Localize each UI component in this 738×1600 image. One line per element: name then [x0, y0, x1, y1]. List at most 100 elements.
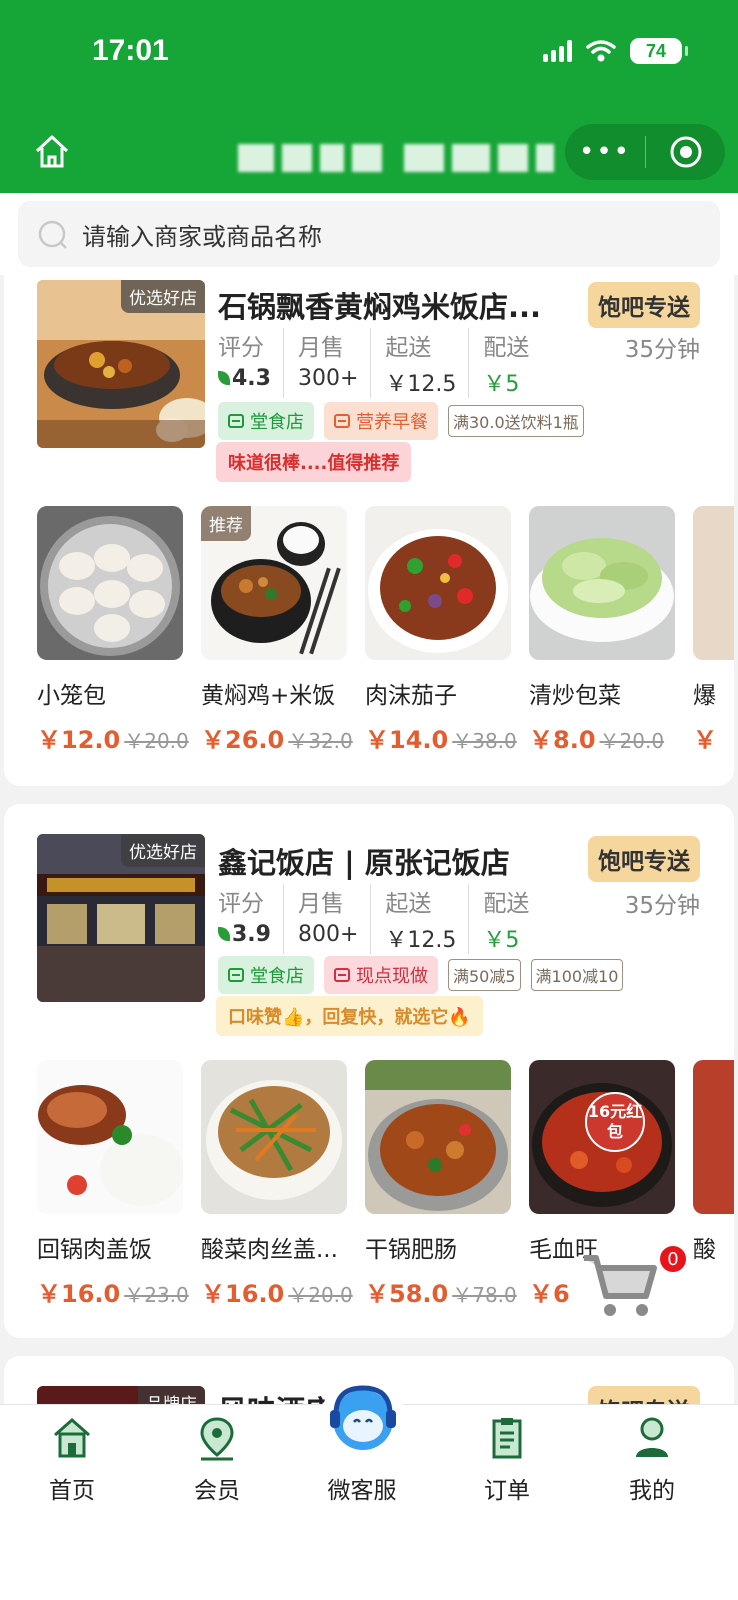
store-image[interactable]: 优选好店 — [37, 280, 205, 448]
dish-image[interactable] — [37, 1060, 183, 1214]
dish-item[interactable]: 肉沫茄子 ￥14.0 ￥38.0 — [365, 506, 517, 755]
location-pin-icon — [200, 1417, 234, 1461]
dish-price-current: ￥6 — [529, 1280, 570, 1308]
dish-image[interactable] — [693, 1060, 734, 1214]
nav-label: 会员 — [194, 1478, 240, 1504]
tag-label: 堂食店 — [250, 412, 304, 433]
store-name[interactable]: 石锅飘香黄焖鸡米饭店... — [218, 284, 541, 326]
customer-service-bubble[interactable] — [322, 1374, 404, 1456]
leaf-icon — [218, 371, 230, 385]
promo-badge: 满30.0送饮料1瓶 — [448, 405, 584, 437]
stat-value: ￥12.5 — [385, 372, 457, 397]
dish-item[interactable]: 酸 — [693, 1060, 734, 1309]
page-title-blurred — [238, 144, 554, 172]
stat-value: ￥12.5 — [385, 928, 457, 953]
dish-price-current: ￥58.0 — [365, 1280, 449, 1308]
dish-price: ￥8.0 ￥20.0 — [529, 720, 675, 755]
dish-price-current: ￥8.0 — [529, 726, 596, 754]
stat-monthly-sales: 月售 800+ — [297, 884, 372, 954]
recommend-tag: 推荐 — [201, 506, 251, 541]
dish-name: 干锅肥肠 — [365, 1237, 457, 1263]
stat-min-order: 起送 ￥12.5 — [385, 884, 470, 954]
dish-item[interactable]: 小笼包 ￥12.0 ￥20.0 — [37, 506, 189, 755]
dish-image[interactable] — [693, 506, 734, 660]
more-icon[interactable]: ••• — [565, 124, 645, 180]
nav-label: 订单 — [484, 1478, 530, 1504]
dish-image[interactable] — [201, 1060, 347, 1214]
dish-price-current: ￥ — [693, 726, 717, 754]
store-card[interactable]: 优选好店 石锅飘香黄焖鸡米饭店... 饱吧专送 评分 4.3 月售 300+ 起… — [4, 272, 734, 786]
dish-name: 回锅肉盖饭 — [37, 1237, 152, 1263]
cart-count-badge: 0 — [658, 1244, 688, 1274]
store-stats: 评分 3.9 月售 800+ 起送 ￥12.5 配送 ￥5 — [218, 884, 555, 954]
dish-image[interactable] — [529, 506, 675, 660]
delivery-time: 35分钟 — [624, 893, 700, 919]
store-slogan: 味道很棒....值得推荐 — [216, 442, 412, 482]
close-target-icon[interactable] — [646, 135, 725, 169]
tag-label: 营养早餐 — [356, 412, 428, 433]
dish-name: 酸菜肉丝盖... — [201, 1237, 338, 1263]
stat-delivery-fee: 配送 ￥5 — [483, 884, 541, 954]
search-icon — [38, 220, 67, 249]
tag-label: 堂食店 — [250, 966, 304, 987]
stat-value: 3.9 — [232, 922, 271, 947]
dish-name: 酸 — [693, 1237, 716, 1263]
dish-price-original: ￥78.0 — [452, 1283, 517, 1307]
tag-breakfast: 营养早餐 — [324, 402, 438, 440]
dish-image[interactable] — [365, 1060, 511, 1214]
dish-item[interactable]: 清炒包菜 ￥8.0 ￥20.0 — [529, 506, 675, 755]
dish-image[interactable]: 推荐 — [201, 506, 347, 660]
delivery-badge: 饱吧专送 — [588, 282, 700, 328]
dish-item[interactable]: 推荐 黄焖鸡+米饭 ￥26.0 ￥32.0 — [201, 506, 353, 755]
headset-mascot-icon — [330, 1385, 396, 1450]
nav-label: 首页 — [49, 1478, 95, 1504]
search-input[interactable]: 请输入商家或商品名称 — [18, 201, 720, 267]
clipboard-icon — [492, 1418, 522, 1459]
dish-name: 黄焖鸡+米饭 — [201, 683, 336, 709]
top-header: 17:01 74 ••• — [0, 0, 738, 193]
store-name[interactable]: 鑫记饭店 | 原张记饭店 — [218, 840, 510, 882]
dish-item[interactable]: 干锅肥肠 ￥58.0 ￥78.0 — [365, 1060, 517, 1309]
dish-price-original: ￥38.0 — [452, 729, 517, 753]
dish-price-current: ￥16.0 — [201, 1280, 285, 1308]
user-icon — [636, 1417, 668, 1457]
home-icon — [54, 1417, 90, 1458]
dish-image[interactable]: 16元红包 — [529, 1060, 675, 1214]
stat-value: ￥5 — [483, 928, 520, 953]
battery-indicator: 74 — [630, 38, 688, 64]
status-icons: 74 — [543, 38, 688, 64]
dish-price: ￥12.0 ￥20.0 — [37, 720, 189, 755]
dish-price: ￥26.0 ￥32.0 — [201, 720, 353, 755]
dish-image[interactable] — [37, 506, 183, 660]
tag-dine-in: 堂食店 — [218, 402, 314, 440]
status-time: 17:01 — [92, 34, 169, 67]
stat-label: 评分 — [218, 335, 264, 361]
stat-monthly-sales: 月售 300+ — [298, 328, 372, 398]
dish-item[interactable]: 爆 ￥ — [693, 506, 734, 755]
dish-name: 爆 — [693, 683, 716, 709]
home-icon[interactable] — [32, 132, 72, 172]
store-tag: 优选好店 — [121, 834, 205, 867]
stat-delivery-fee: 配送 ￥5 — [483, 328, 541, 398]
dish-price-original: ￥23.0 — [124, 1283, 189, 1307]
stat-value: 4.3 — [232, 366, 271, 391]
dish-price-current: ￥14.0 — [365, 726, 449, 754]
dish-price: ￥16.0 ￥23.0 — [37, 1274, 189, 1309]
store-tags: 堂食店 现点现做 满50减5 满100减10 — [218, 956, 624, 994]
promo-badge: 满100减10 — [530, 959, 624, 991]
dish-price-original: ￥32.0 — [288, 729, 353, 753]
stat-rating: 评分 4.3 — [218, 328, 284, 398]
dish-item[interactable]: 酸菜肉丝盖... ￥16.0 ￥20.0 — [201, 1060, 353, 1309]
dish-price: ￥ — [693, 720, 734, 755]
store-tags: 堂食店 营养早餐 满30.0送饮料1瓶 — [218, 402, 584, 440]
stat-label: 配送 — [483, 891, 530, 917]
nav-label: 微客服 — [327, 1478, 397, 1504]
dish-image[interactable] — [365, 506, 511, 660]
stat-label: 月售 — [297, 891, 344, 917]
cart-icon[interactable] — [580, 1250, 660, 1320]
delivery-time: 35分钟 — [624, 337, 700, 363]
dish-price-original: ￥20.0 — [599, 729, 665, 753]
store-image[interactable]: 优选好店 — [37, 834, 205, 1002]
tag-fresh-made: 现点现做 — [324, 956, 438, 994]
dish-item[interactable]: 回锅肉盖饭 ￥16.0 ￥23.0 — [37, 1060, 189, 1309]
